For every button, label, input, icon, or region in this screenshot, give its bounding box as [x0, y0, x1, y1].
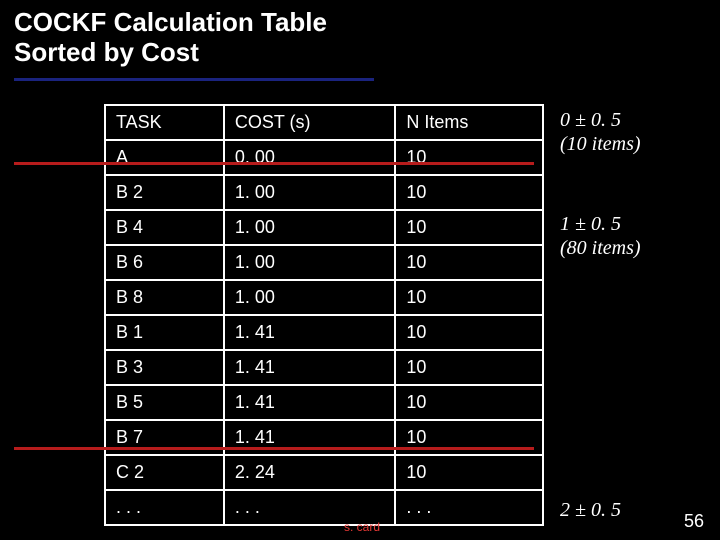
title-underline: [14, 78, 374, 81]
annotation-bottom: 2 ± 0. 5: [560, 498, 621, 522]
table-row: B 31. 4110: [105, 350, 543, 385]
table-row: B 11. 4110: [105, 315, 543, 350]
table-row: C 22. 2410: [105, 455, 543, 490]
page-title: COCKF Calculation Table Sorted by Cost: [14, 8, 706, 68]
title-line-1: COCKF Calculation Table: [14, 8, 706, 38]
table-row: B 81. 0010: [105, 280, 543, 315]
red-rule-bottom: [14, 447, 534, 450]
annotation-mid: 1 ± 0. 5 (80 items): [560, 212, 641, 260]
annotation-mid-line-2: (80 items): [560, 236, 641, 260]
col-items: N Items: [395, 105, 543, 140]
content-area: TASK COST (s) N Items A0. 0010 B 21. 001…: [14, 104, 706, 532]
table-row: B 61. 0010: [105, 245, 543, 280]
cost-table: TASK COST (s) N Items A0. 0010 B 21. 001…: [104, 104, 544, 526]
footer-credit: s. card: [344, 520, 380, 534]
annotation-mid-line-1: 1 ± 0. 5: [560, 212, 641, 236]
col-cost: COST (s): [224, 105, 396, 140]
table-row: . . .. . .. . .: [105, 490, 543, 525]
table-row: B 51. 4110: [105, 385, 543, 420]
table-row: B 21. 0010: [105, 175, 543, 210]
annotation-top: 0 ± 0. 5 (10 items): [560, 108, 641, 156]
annotation-top-line-2: (10 items): [560, 132, 641, 156]
title-line-2: Sorted by Cost: [14, 38, 706, 68]
table-row: B 41. 0010: [105, 210, 543, 245]
red-rule-top: [14, 162, 534, 165]
table-header-row: TASK COST (s) N Items: [105, 105, 543, 140]
page-number: 56: [684, 511, 704, 532]
table-row: A0. 0010: [105, 140, 543, 175]
annotation-top-line-1: 0 ± 0. 5: [560, 108, 641, 132]
col-task: TASK: [105, 105, 224, 140]
